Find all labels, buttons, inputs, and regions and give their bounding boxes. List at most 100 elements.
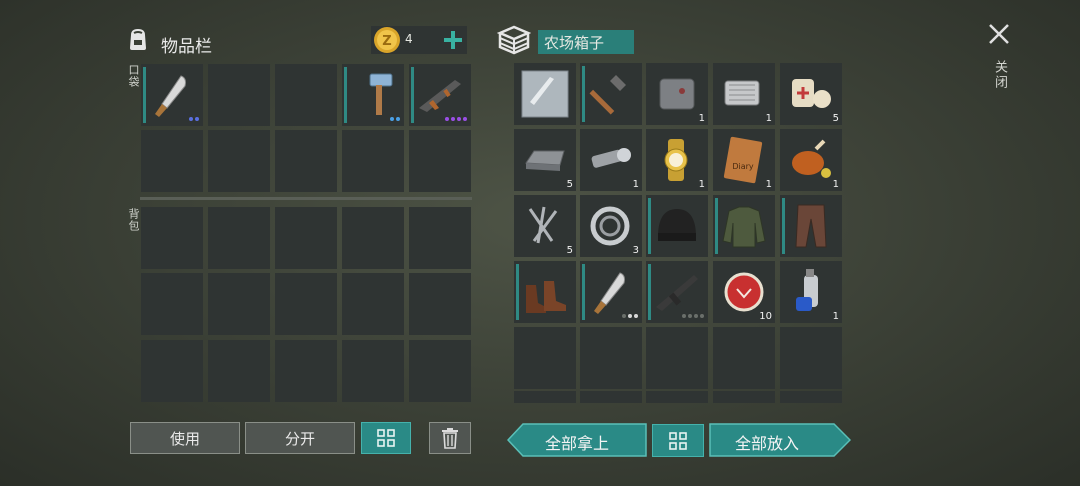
quality-dots: [622, 314, 638, 318]
box-slot[interactable]: 1: [646, 129, 708, 191]
durability-bar: [582, 264, 585, 320]
pocket-slot[interactable]: [409, 64, 471, 126]
item-quantity: 5: [832, 113, 839, 124]
take-all-button[interactable]: 全部拿上: [507, 423, 647, 457]
item-quantity: 3: [632, 245, 639, 256]
sort-box-button[interactable]: [652, 424, 704, 457]
box-slot[interactable]: 1: [713, 63, 775, 125]
machete-icon: [155, 75, 186, 117]
box-slot[interactable]: [514, 63, 576, 125]
box-slot[interactable]: 1: [580, 129, 642, 191]
close-button[interactable]: 关闭: [984, 20, 1014, 100]
trash-icon: [442, 428, 458, 449]
box-slot[interactable]: [580, 391, 642, 403]
backpack-slot[interactable]: [342, 340, 404, 402]
box-title-tag: 农场箱子: [538, 30, 634, 54]
box-slot[interactable]: [514, 261, 576, 323]
split-button[interactable]: 分开: [245, 422, 355, 454]
backpack-icon: [130, 29, 146, 50]
pocket-slot[interactable]: [208, 64, 270, 126]
backpack-slot[interactable]: [409, 273, 471, 335]
box-slot[interactable]: 1: [780, 129, 842, 191]
backpack-slot[interactable]: [275, 273, 337, 335]
pocket-divider: [140, 197, 472, 200]
backpack-slot[interactable]: [141, 273, 203, 335]
durability-bar: [648, 264, 651, 320]
box-slot[interactable]: [780, 391, 842, 403]
sort-inventory-button[interactable]: [361, 422, 411, 454]
box-slot[interactable]: 1: [780, 261, 842, 323]
box-slot[interactable]: [514, 391, 576, 403]
plus-icon[interactable]: [443, 30, 463, 50]
backpack-slot[interactable]: [275, 340, 337, 402]
pocket-slot[interactable]: [342, 130, 404, 192]
trash-button[interactable]: [429, 422, 471, 454]
engine-part-icon: [724, 80, 760, 106]
bandage-icon: [792, 79, 831, 108]
backpack-label: 背包: [127, 208, 140, 232]
box-slot[interactable]: [646, 327, 708, 389]
use-button[interactable]: 使用: [130, 422, 240, 454]
item-quantity: 10: [759, 311, 772, 322]
pocket-slot[interactable]: [141, 64, 203, 126]
box-slot[interactable]: 3: [580, 195, 642, 257]
box-slot[interactable]: [713, 327, 775, 389]
diary-book-icon: Diary: [723, 136, 763, 184]
boots-icon: [526, 281, 566, 313]
durability-bar: [582, 66, 585, 122]
svg-text:Z: Z: [382, 34, 391, 49]
backpack-slot[interactable]: [141, 207, 203, 269]
box-slot[interactable]: [646, 195, 708, 257]
pocket-slot[interactable]: [342, 64, 404, 126]
backpack-slot[interactable]: [342, 273, 404, 335]
durability-bar: [715, 198, 718, 254]
box-slot[interactable]: [514, 327, 576, 389]
item-quantity: 1: [698, 179, 705, 190]
pocket-slot[interactable]: [275, 130, 337, 192]
pocket-label: 口袋: [127, 64, 140, 88]
pocket-slot[interactable]: [275, 64, 337, 126]
backpack-slot[interactable]: [275, 207, 337, 269]
inventory-header: 物品栏 Z 4: [125, 26, 475, 58]
backpack-slot[interactable]: [342, 207, 404, 269]
backpack-slot[interactable]: [208, 273, 270, 335]
box-slot[interactable]: [646, 261, 708, 323]
durability-bar: [143, 67, 146, 123]
machete-blueprint-icon: [521, 70, 569, 118]
backpack-slot[interactable]: [409, 340, 471, 402]
box-slot[interactable]: [580, 327, 642, 389]
backpack-slot[interactable]: [141, 340, 203, 402]
quality-dots: [189, 117, 199, 121]
pocket-slot[interactable]: [141, 130, 203, 192]
box-slot[interactable]: [580, 261, 642, 323]
backpack-slot[interactable]: [208, 207, 270, 269]
coin-count: 4: [405, 32, 413, 46]
pocket-slot[interactable]: [409, 130, 471, 192]
quality-dots: [445, 117, 467, 121]
box-slot[interactable]: [713, 391, 775, 403]
item-quantity: 1: [832, 311, 839, 322]
put-all-label: 全部放入: [735, 434, 800, 453]
box-slot[interactable]: 10: [713, 261, 775, 323]
beanie-hat-icon: [658, 209, 696, 241]
backpack-slot[interactable]: [208, 340, 270, 402]
box-slot[interactable]: [780, 327, 842, 389]
gold-watch-icon: [664, 139, 688, 181]
durability-bar: [648, 198, 651, 254]
box-slot[interactable]: 5: [514, 129, 576, 191]
box-slot[interactable]: 5: [514, 195, 576, 257]
pocket-slot[interactable]: [208, 130, 270, 192]
box-slot[interactable]: [646, 391, 708, 403]
box-slot[interactable]: [780, 195, 842, 257]
durability-bar: [782, 198, 785, 254]
put-all-button[interactable]: 全部放入: [709, 423, 851, 457]
grid-sort-icon: [669, 431, 687, 450]
box-slot[interactable]: [580, 63, 642, 125]
item-quantity: 1: [698, 113, 705, 124]
box-slot[interactable]: 1: [646, 63, 708, 125]
box-slot[interactable]: 5: [780, 63, 842, 125]
backpack-slot[interactable]: [409, 207, 471, 269]
box-slot[interactable]: [713, 195, 775, 257]
paint-spray-icon: [796, 269, 818, 311]
box-slot[interactable]: Diary 1: [713, 129, 775, 191]
